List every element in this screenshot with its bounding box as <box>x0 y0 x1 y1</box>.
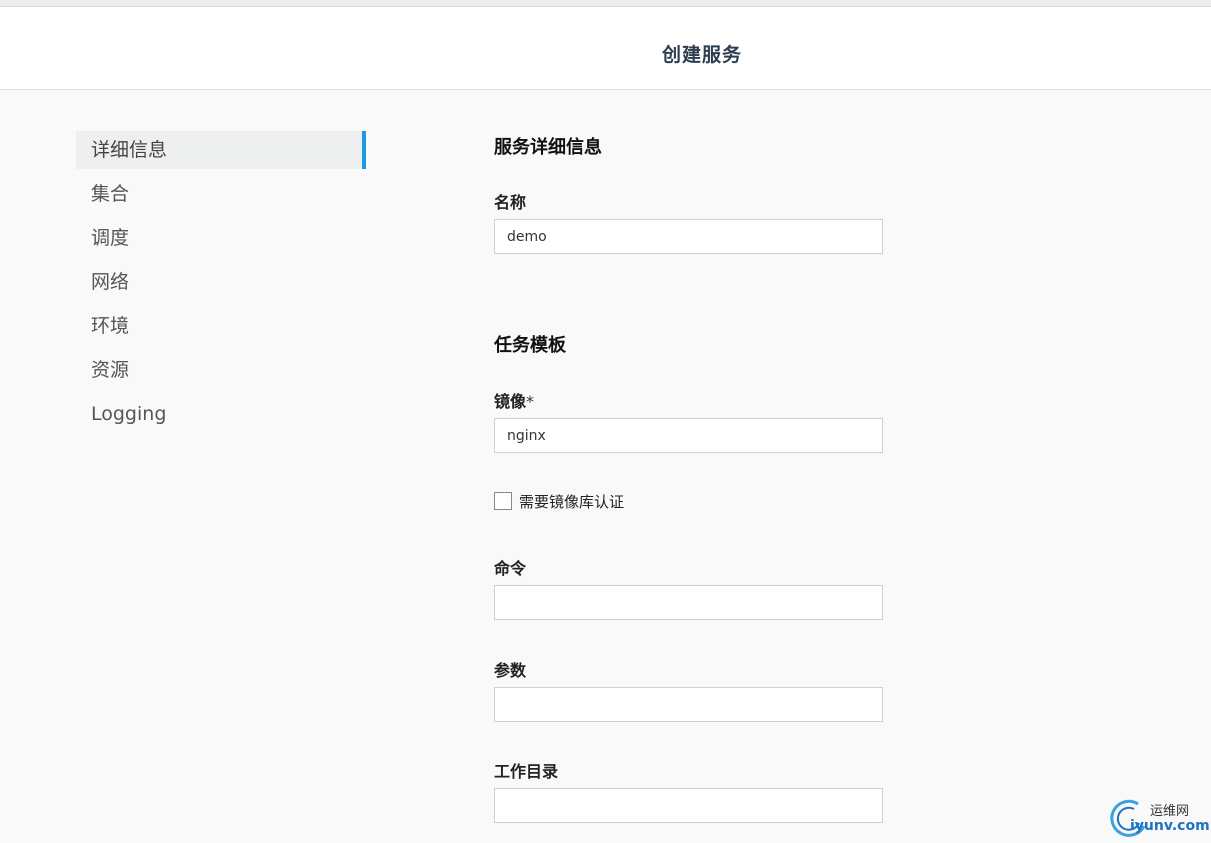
sidebar-item-scheduling[interactable]: 调度 <box>76 219 366 257</box>
args-input[interactable] <box>494 687 883 722</box>
image-label-text: 镜像 <box>494 392 527 411</box>
args-label: 参数 <box>494 661 527 680</box>
section-title-task-template: 任务模板 <box>494 335 566 356</box>
sidebar-item-environment[interactable]: 环境 <box>76 307 366 345</box>
name-label: 名称 <box>494 193 527 212</box>
registry-auth-checkbox[interactable] <box>494 492 512 510</box>
registry-auth-option[interactable]: 需要镜像库认证 <box>494 491 624 511</box>
watermark-en-text: iyunv.com <box>1130 818 1210 834</box>
section-title-service-details: 服务详细信息 <box>494 137 602 158</box>
command-input[interactable] <box>494 585 883 620</box>
window-top-edge <box>0 0 1211 7</box>
watermark-cn-text: 运维网 <box>1150 804 1190 819</box>
sidebar-item-network[interactable]: 网络 <box>76 263 366 301</box>
name-input[interactable] <box>494 219 883 254</box>
registry-auth-label: 需要镜像库认证 <box>519 492 625 511</box>
sidebar-item-collection[interactable]: 集合 <box>76 175 366 213</box>
image-input[interactable] <box>494 418 883 453</box>
workdir-input[interactable] <box>494 788 883 823</box>
page-title: 创建服务 <box>662 44 743 66</box>
sidebar-item-logging[interactable]: Logging <box>76 395 366 433</box>
workdir-label: 工作目录 <box>494 762 559 781</box>
image-label: 镜像* <box>494 388 534 412</box>
sidebar-item-resources[interactable]: 资源 <box>76 351 366 389</box>
required-marker: * <box>526 392 535 411</box>
site-watermark: 运维网 iyunv.com <box>1108 796 1210 840</box>
command-label: 命令 <box>494 559 527 578</box>
sidebar-nav: 详细信息 集合 调度 网络 环境 资源 Logging <box>76 131 366 439</box>
sidebar-item-details[interactable]: 详细信息 <box>76 131 366 169</box>
page-header: 创建服务 <box>0 7 1211 90</box>
